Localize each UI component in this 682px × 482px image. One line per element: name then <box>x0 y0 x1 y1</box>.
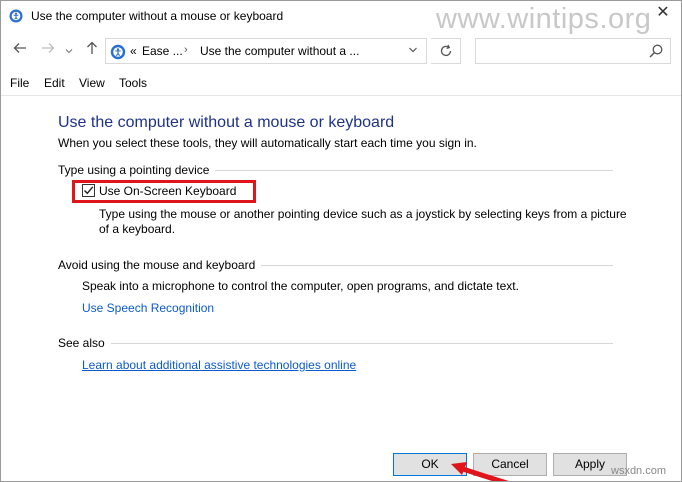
address-overflow[interactable]: « <box>130 44 137 58</box>
on-screen-keyboard-checkbox[interactable] <box>82 184 95 197</box>
ease-of-access-icon <box>110 44 126 60</box>
corner-watermark: wsxdn.com <box>611 465 667 477</box>
up-button[interactable] <box>83 41 101 59</box>
menu-view[interactable]: View <box>79 76 105 90</box>
breadcrumb-current[interactable]: Use the computer without a ... <box>200 44 359 58</box>
section-heading-see-also: See also <box>58 336 111 350</box>
back-button[interactable] <box>11 41 29 59</box>
speech-description: Speak into a microphone to control the c… <box>82 279 519 293</box>
watermark-text: www.wintips.org <box>436 3 652 35</box>
close-button[interactable]: ✕ <box>649 1 677 25</box>
forward-button[interactable] <box>39 41 57 59</box>
checkmark-icon <box>84 186 94 195</box>
page-title: Use the computer without a mouse or keyb… <box>58 114 395 131</box>
arrow-up-icon <box>87 41 97 54</box>
chevron-down-icon <box>65 49 73 54</box>
annotation-arrow-icon <box>451 462 509 481</box>
menu-bar: File Edit View Tools <box>1 73 681 93</box>
breadcrumb-separator-icon: › <box>184 44 188 56</box>
menu-tools[interactable]: Tools <box>119 76 147 90</box>
breadcrumb-ease[interactable]: Ease ... <box>142 44 183 58</box>
chevron-down-icon[interactable] <box>408 43 418 57</box>
page-subtitle: When you select these tools, they will a… <box>58 136 477 150</box>
section-heading-pointing: Type using a pointing device <box>58 163 216 177</box>
section-heading-avoid: Avoid using the mouse and keyboard <box>58 258 262 272</box>
search-icon[interactable] <box>648 43 664 59</box>
section-divider <box>58 343 613 344</box>
navigation-bar: « Ease ... › Use the computer without a … <box>1 35 681 67</box>
arrow-left-icon <box>13 43 26 53</box>
dialog-window: Use the computer without a mouse or keyb… <box>0 0 682 482</box>
search-box[interactable] <box>475 38 671 64</box>
divider <box>1 95 681 96</box>
arrow-right-icon <box>42 43 55 53</box>
on-screen-keyboard-label[interactable]: Use On-Screen Keyboard <box>99 184 236 198</box>
refresh-button[interactable] <box>431 38 461 64</box>
title-bar: Use the computer without a mouse or keyb… <box>1 1 681 35</box>
address-bar[interactable]: « Ease ... › Use the computer without a … <box>105 38 427 64</box>
recent-locations-button[interactable] <box>63 41 75 59</box>
refresh-icon <box>440 44 451 57</box>
on-screen-keyboard-description: Type using the mouse or another pointing… <box>99 207 627 236</box>
window-title: Use the computer without a mouse or keyb… <box>31 9 284 23</box>
menu-edit[interactable]: Edit <box>44 76 65 90</box>
speech-recognition-link[interactable]: Use Speech Recognition <box>82 301 214 315</box>
ease-of-access-icon <box>9 9 23 23</box>
button-bar: OK Cancel Apply <box>1 447 681 481</box>
menu-file[interactable]: File <box>10 76 29 90</box>
assistive-technologies-link[interactable]: Learn about additional assistive technol… <box>82 358 356 372</box>
